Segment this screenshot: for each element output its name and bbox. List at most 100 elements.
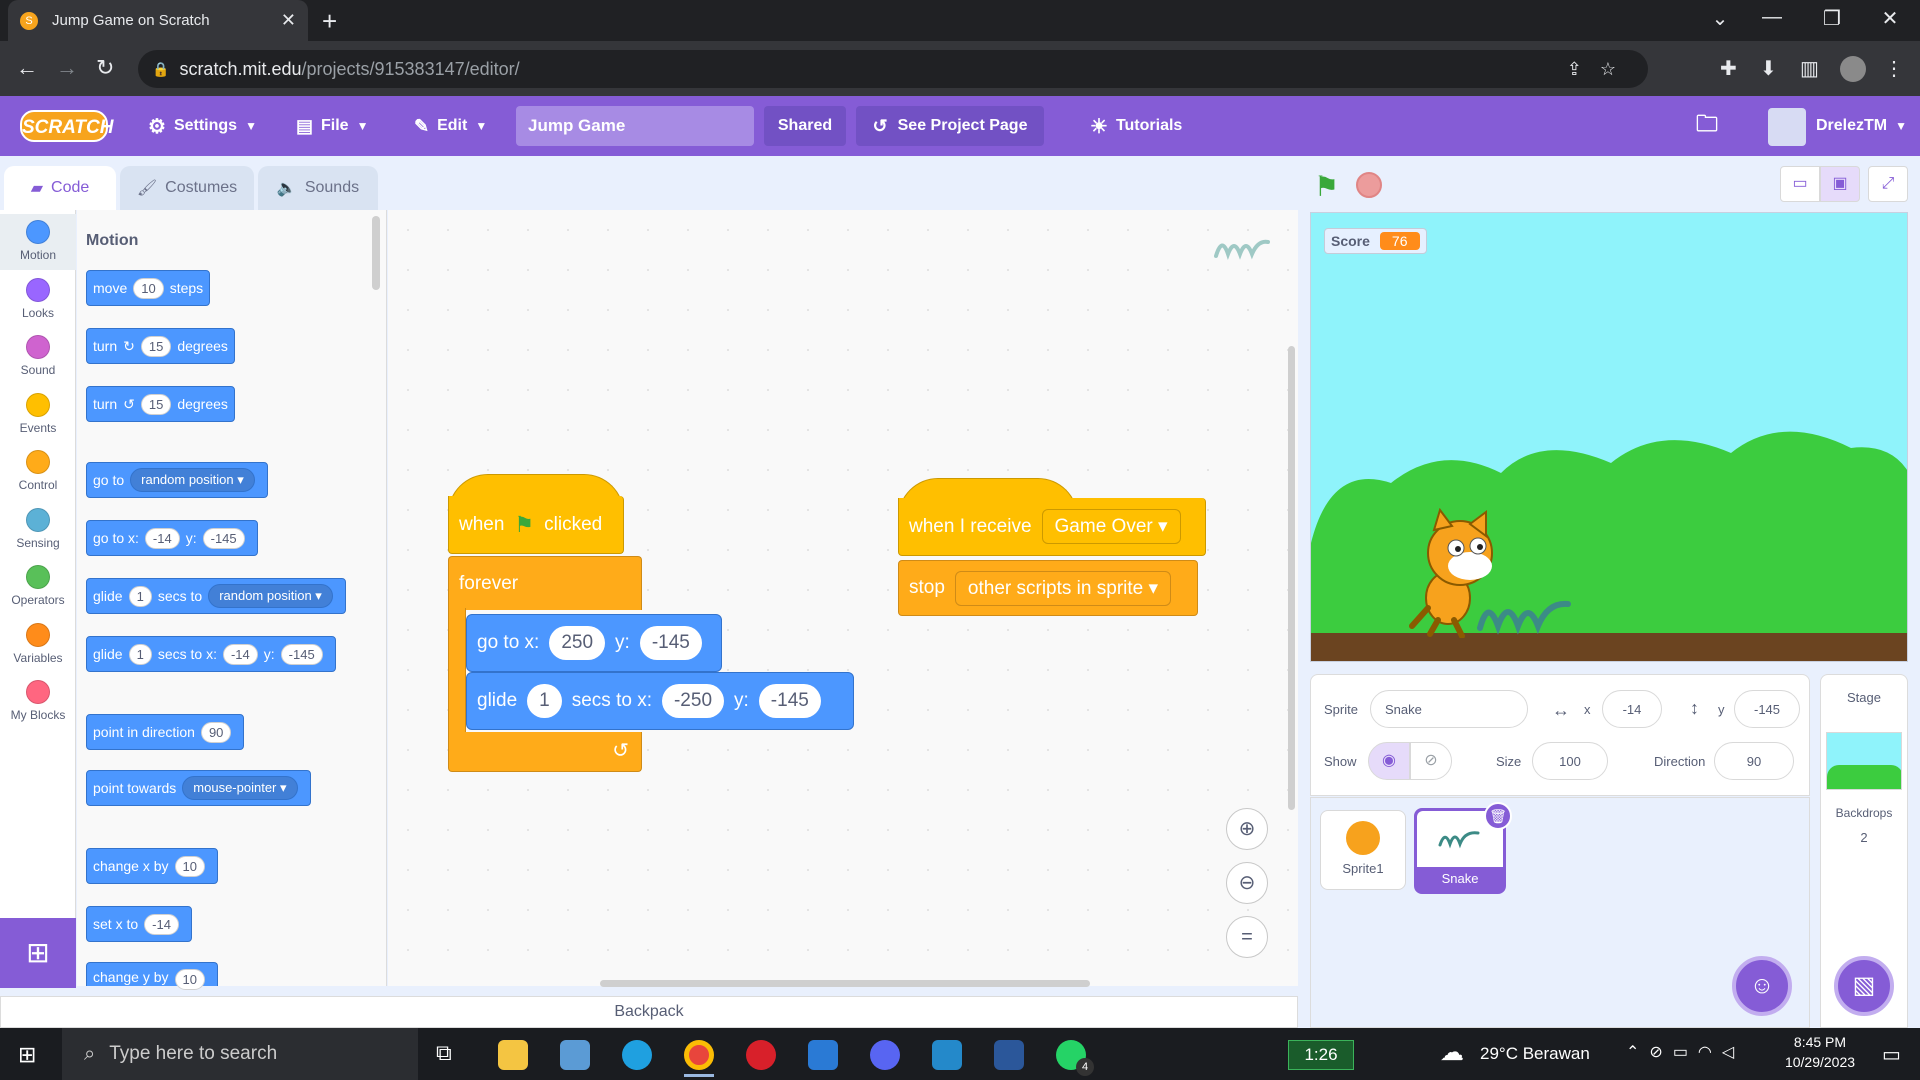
tab-costumes[interactable]: 🖌 Costumes xyxy=(120,166,254,210)
block-input[interactable]: 1 xyxy=(128,643,152,665)
block-dropdown[interactable]: random position ▾ xyxy=(208,584,333,608)
message-dropdown[interactable]: Game Over ▾ xyxy=(1041,509,1181,544)
category-events[interactable]: Events xyxy=(0,393,76,435)
user-avatar[interactable] xyxy=(1768,108,1806,146)
y-input[interactable]: -145 xyxy=(639,626,702,660)
chrome-icon[interactable] xyxy=(684,1040,714,1070)
y-input[interactable]: -145 xyxy=(1734,690,1800,728)
block-input[interactable]: -14 xyxy=(144,527,180,549)
minimize-icon[interactable]: — xyxy=(1752,6,1792,29)
add-extension-button[interactable]: ⊞ xyxy=(0,918,76,988)
block-input[interactable]: 15 xyxy=(140,335,172,357)
go-to-xy-block[interactable]: go to x: 250 y: -145 xyxy=(466,614,722,672)
my-stuff-folder-icon[interactable]: 🗀 xyxy=(1696,96,1718,156)
shared-button[interactable]: Shared xyxy=(764,106,846,146)
green-flag-button[interactable]: ⚑ xyxy=(1314,170,1339,203)
block-change-x[interactable]: change x by 10 xyxy=(86,848,218,884)
choose-backdrop-button[interactable]: ▧ xyxy=(1834,956,1894,1016)
backpack[interactable]: Backpack xyxy=(0,996,1298,1028)
zoom-out-button[interactable]: ⊖ xyxy=(1226,862,1268,904)
block-input[interactable]: -14 xyxy=(222,643,258,665)
close-tab-icon[interactable]: ✕ xyxy=(281,10,296,31)
when-i-receive-block[interactable]: when I receive Game Over ▾ xyxy=(898,498,1206,556)
when-flag-clicked-block[interactable]: when ⚑ clicked xyxy=(448,496,624,554)
tab-search-icon[interactable]: ⌄ xyxy=(1700,6,1740,31)
clock[interactable]: 8:45 PM 10/29/2023 xyxy=(1770,1034,1870,1070)
large-stage-button[interactable]: ▣ xyxy=(1820,166,1860,202)
block-change-y[interactable]: change y by 10 xyxy=(86,962,218,990)
vscode-icon[interactable] xyxy=(932,1040,962,1070)
block-set-x[interactable]: set x to -14 xyxy=(86,906,192,942)
sprite-name-input[interactable]: Snake xyxy=(1370,690,1528,728)
new-tab-icon[interactable]: + xyxy=(322,6,337,37)
zoom-reset-button[interactable]: = xyxy=(1226,916,1268,958)
block-glide-to[interactable]: glide 1 secs to random position ▾ xyxy=(86,578,346,614)
discord-icon[interactable] xyxy=(870,1040,900,1070)
browser-menu-icon[interactable]: ⋮ xyxy=(1884,56,1904,81)
notifications-icon[interactable]: ▭ xyxy=(1882,1042,1901,1067)
block-go-to[interactable]: go to random position ▾ xyxy=(86,462,268,498)
block-dropdown[interactable]: random position ▾ xyxy=(130,468,255,492)
stop-button[interactable] xyxy=(1356,172,1382,198)
size-input[interactable]: 100 xyxy=(1532,742,1608,780)
category-variables[interactable]: Variables xyxy=(0,623,76,665)
forever-block[interactable]: forever xyxy=(448,556,642,610)
x-input[interactable]: -250 xyxy=(661,684,725,718)
block-input[interactable]: 10 xyxy=(133,277,164,299)
direction-input[interactable]: 90 xyxy=(1714,742,1794,780)
block-point-in-direction[interactable]: point in direction 90 xyxy=(86,714,245,750)
close-window-icon[interactable]: ✕ xyxy=(1870,6,1910,31)
x-input[interactable]: -14 xyxy=(1602,690,1662,728)
block-input[interactable]: 15 xyxy=(140,393,172,415)
edge-icon[interactable] xyxy=(622,1040,652,1070)
show-visible-button[interactable]: ◉ xyxy=(1368,742,1410,780)
glide-to-xy-block[interactable]: glide 1 secs to x: -250 y: -145 xyxy=(466,672,854,730)
tab-sounds[interactable]: 🔈 Sounds xyxy=(258,166,378,210)
x-input[interactable]: 250 xyxy=(549,626,606,660)
see-project-page-button[interactable]: ↺ See Project Page xyxy=(856,106,1044,146)
settings-menu[interactable]: ⚙ Settings ▼ xyxy=(148,96,257,156)
y-input[interactable]: -145 xyxy=(758,684,821,718)
reload-icon[interactable]: ↻ xyxy=(96,55,114,81)
category-sound[interactable]: Sound xyxy=(0,335,76,377)
browser-tab[interactable]: S Jump Game on Scratch ✕ xyxy=(8,0,308,41)
stop-option-dropdown[interactable]: other scripts in sprite ▾ xyxy=(954,570,1172,606)
sprite-thumb-sprite1[interactable]: Sprite1 xyxy=(1320,810,1406,890)
back-icon[interactable]: ← xyxy=(16,55,38,81)
timer-widget[interactable]: 1:26 xyxy=(1288,1040,1354,1070)
block-move-steps[interactable]: move 10 steps xyxy=(86,270,211,306)
profile-avatar[interactable] xyxy=(1840,56,1866,82)
maximize-icon[interactable]: ❐ xyxy=(1812,6,1852,31)
choose-sprite-button[interactable]: ☺ xyxy=(1732,956,1792,1016)
task-view-icon[interactable]: ⧉ xyxy=(436,1040,452,1066)
block-input[interactable]: 10 xyxy=(174,855,205,877)
palette-scrollbar[interactable] xyxy=(372,216,380,290)
forward-icon[interactable]: → xyxy=(56,55,78,81)
show-hidden-button[interactable]: ⊘ xyxy=(1410,742,1452,780)
address-bar[interactable]: 🔒 scratch.mit.edu /projects/915383147/ed… xyxy=(138,50,1648,88)
mail-icon[interactable] xyxy=(808,1040,838,1070)
workspace-vertical-scrollbar[interactable] xyxy=(1288,346,1295,810)
store-icon[interactable] xyxy=(560,1040,590,1070)
block-turn-right[interactable]: turn ↻ 15 degrees xyxy=(86,328,235,364)
block-input[interactable]: 90 xyxy=(200,721,232,743)
category-my-blocks[interactable]: My Blocks xyxy=(0,680,76,722)
block-point-towards[interactable]: point towards mouse-pointer ▾ xyxy=(86,770,311,806)
workspace-horizontal-scrollbar[interactable] xyxy=(600,980,1090,987)
system-tray-icons[interactable]: ⌃⊘▭◠◁ xyxy=(1626,1042,1744,1062)
block-glide-to-xy[interactable]: glide 1 secs to x: -14 y: -145 xyxy=(86,636,336,672)
block-turn-left[interactable]: turn ↺ 15 degrees xyxy=(86,386,235,422)
tab-code[interactable]: ▰ Code xyxy=(4,166,116,210)
word-icon[interactable] xyxy=(994,1040,1024,1070)
fullscreen-button[interactable]: ⤢ xyxy=(1868,166,1908,202)
edit-menu[interactable]: ✎ Edit ▼ xyxy=(414,96,487,156)
category-sensing[interactable]: Sensing xyxy=(0,508,76,550)
stop-block[interactable]: stop other scripts in sprite ▾ xyxy=(898,560,1198,616)
taskbar-search[interactable]: ⌕ Type here to search xyxy=(62,1028,418,1080)
zoom-in-button[interactable]: ⊕ xyxy=(1226,808,1268,850)
score-monitor[interactable]: Score 76 xyxy=(1324,228,1427,254)
block-input[interactable]: -145 xyxy=(202,527,245,549)
project-title-input[interactable]: Jump Game xyxy=(516,106,754,146)
tutorials-menu[interactable]: ☀ Tutorials xyxy=(1090,96,1182,156)
account-menu[interactable]: DrelezTM ▼ xyxy=(1816,96,1907,156)
